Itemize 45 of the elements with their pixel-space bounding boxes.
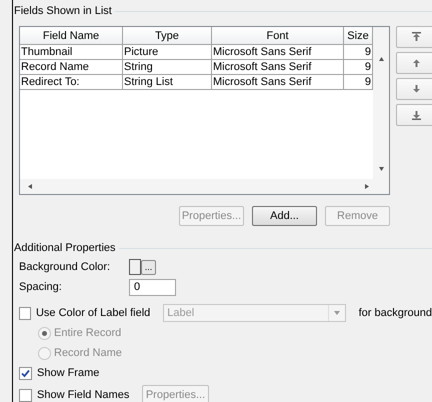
move-down-button[interactable] <box>396 78 432 100</box>
field-label: for background <box>358 307 432 319</box>
table-cell: String List <box>123 75 212 90</box>
table-cell: Thumbnail <box>20 45 123 60</box>
scroll-up-icon[interactable] <box>378 57 384 61</box>
table-cell: Microsoft Sans Serif <box>212 45 344 60</box>
table-cell: Picture <box>123 45 212 60</box>
move-bottom-button[interactable] <box>396 104 432 126</box>
checkbox[interactable] <box>19 366 32 380</box>
checkbox[interactable] <box>19 388 32 402</box>
move-to-top-icon <box>412 32 420 42</box>
move-up-button[interactable] <box>396 52 432 74</box>
table-cell: String <box>123 60 212 75</box>
column-header[interactable]: Font <box>212 27 344 45</box>
scroll-right-icon[interactable] <box>365 184 369 189</box>
move-top-button[interactable] <box>396 26 432 48</box>
vertical-scrollbar[interactable] <box>373 27 389 179</box>
dropdown-arrow-icon <box>334 311 340 315</box>
column-header[interactable]: Field Name <box>20 27 123 45</box>
scroll-left-icon[interactable] <box>28 184 32 189</box>
action-button[interactable]: Add... <box>252 206 317 226</box>
checkbox[interactable] <box>19 306 31 320</box>
move-to-bottom-icon <box>412 110 420 120</box>
radio-label: Record Name <box>54 347 122 359</box>
column-header[interactable]: Type <box>123 27 212 45</box>
scroll-down-icon[interactable] <box>378 167 384 171</box>
table-cell: Microsoft Sans Serif <box>212 60 344 75</box>
color-swatch[interactable] <box>129 259 141 275</box>
horizontal-scrollbar[interactable] <box>20 179 389 194</box>
field-label: Spacing: <box>19 281 63 293</box>
group-title: Additional Properties <box>14 242 116 254</box>
column-header[interactable]: Size <box>344 27 373 45</box>
group-title: Fields Shown in List <box>14 5 112 17</box>
field-label: Background Color: <box>19 261 112 273</box>
checkbox-label: Show Frame <box>37 367 100 379</box>
move-up-icon <box>412 58 420 68</box>
radio-label: Entire Record <box>54 327 122 339</box>
checkbox-label: Show Field Names <box>37 389 130 401</box>
move-down-icon <box>412 84 420 94</box>
table-cell: Microsoft Sans Serif <box>212 75 344 90</box>
table-cell: Record Name <box>20 60 123 75</box>
checkbox-label: Use Color of Label field <box>36 307 150 319</box>
spacing-field[interactable]: 0 <box>129 278 176 296</box>
color-picker-button[interactable]: ... <box>141 260 156 274</box>
table-cell: Redirect To: <box>20 75 123 90</box>
